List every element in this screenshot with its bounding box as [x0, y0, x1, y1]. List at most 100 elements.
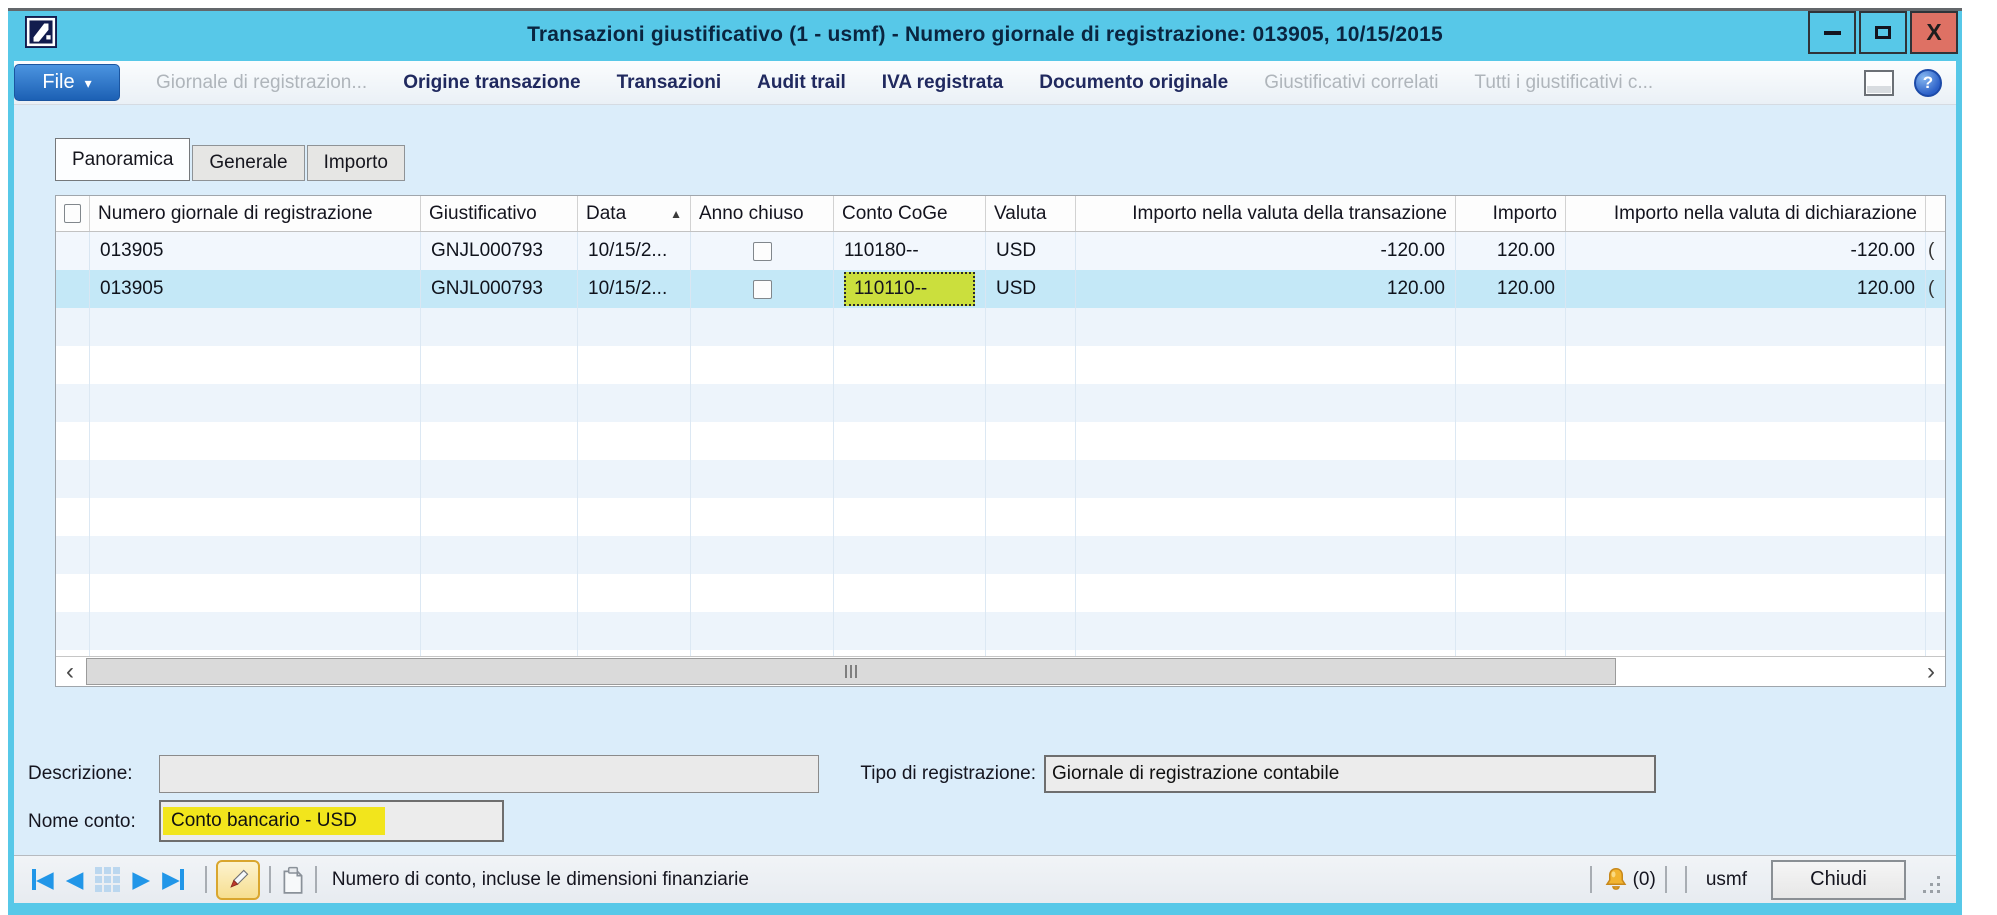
- horizontal-scrollbar: ‹ ›: [56, 656, 1945, 686]
- anno-chiuso-checkbox[interactable]: [753, 280, 772, 299]
- col-importo-dichiarazione[interactable]: Importo nella valuta di dichiarazione: [1566, 196, 1926, 231]
- cell-data[interactable]: 10/15/2...: [578, 232, 691, 270]
- cell-valuta[interactable]: USD: [986, 232, 1076, 270]
- cell-numero[interactable]: 013905: [90, 270, 421, 308]
- help-icon[interactable]: ?: [1914, 69, 1942, 97]
- form-content: Panoramica Generale Importo Numero giorn…: [14, 105, 1956, 858]
- notification-count: (0): [1633, 869, 1656, 891]
- table-row-selected[interactable]: 013905 GNJL000793 10/15/2... 110110-- US…: [56, 270, 1945, 308]
- app-icon: [25, 16, 57, 48]
- screen: Transazioni giustificativo (1 - usmf) - …: [0, 0, 1997, 915]
- next-record-button[interactable]: ▶: [132, 866, 150, 893]
- cell-importo-transazione[interactable]: -120.00: [1076, 232, 1456, 270]
- menu-item-giustificativi-correlati: Giustificativi correlati: [1264, 72, 1438, 94]
- statusbar-right: (0) usmf Chiudi: [1581, 858, 1942, 901]
- maximize-button[interactable]: [1859, 11, 1907, 54]
- col-importo-transazione[interactable]: Importo nella valuta della transazione: [1076, 196, 1456, 231]
- cell-importo-dichiarazione[interactable]: 120.00: [1566, 270, 1926, 308]
- menu-item-iva-registrata[interactable]: IVA registrata: [882, 72, 1003, 94]
- minimize-icon: [1824, 31, 1841, 35]
- menu-item-giornale-di-registrazione: Giornale di registrazion...: [156, 72, 367, 94]
- menu-item-documento-originale[interactable]: Documento originale: [1039, 72, 1228, 94]
- cell-conto-focused[interactable]: 110110--: [834, 270, 986, 308]
- menu-item-audit-trail[interactable]: Audit trail: [757, 72, 846, 94]
- scroll-right-icon[interactable]: ›: [1917, 657, 1945, 686]
- file-menu-button[interactable]: File ▾: [14, 64, 120, 101]
- select-all-cell: [56, 196, 90, 231]
- col-clipped: [1926, 196, 1945, 231]
- grid-header-row: Numero giornale di registrazione Giustif…: [56, 196, 1945, 232]
- last-record-icon: ▶: [162, 866, 180, 893]
- nome-conto-field[interactable]: Conto bancario - USD: [159, 800, 504, 842]
- chevron-down-icon: ▾: [85, 73, 92, 92]
- window-title: Transazioni giustificativo (1 - usmf) - …: [8, 23, 1962, 47]
- bell-icon: [1601, 865, 1631, 895]
- resize-grip[interactable]: [1920, 874, 1942, 901]
- focused-cell-highlight[interactable]: 110110--: [844, 272, 975, 306]
- col-importo[interactable]: Importo: [1456, 196, 1566, 231]
- scrollbar-track[interactable]: [84, 657, 1917, 686]
- anno-chiuso-checkbox[interactable]: [753, 242, 772, 261]
- statusbar-help-text: Numero di conto, incluse le dimensioni f…: [332, 869, 749, 891]
- cell-valuta[interactable]: USD: [986, 270, 1076, 308]
- cell-numero[interactable]: 013905: [90, 232, 421, 270]
- help-glyph: ?: [1923, 73, 1933, 93]
- col-anno-chiuso[interactable]: Anno chiuso: [691, 196, 834, 231]
- cell-giustificativo[interactable]: GNJL000793: [421, 232, 578, 270]
- records-grid-icon: [95, 867, 120, 892]
- yellow-highlight: Conto bancario - USD: [163, 807, 385, 835]
- close-icon: X: [1926, 19, 1941, 46]
- tab-importo[interactable]: Importo: [307, 145, 405, 181]
- tipo-registrazione-label: Tipo di registrazione:: [844, 763, 1036, 785]
- notifications-button[interactable]: (0): [1601, 865, 1656, 895]
- tab-strip: Panoramica Generale Importo: [55, 138, 407, 181]
- select-all-checkbox[interactable]: [64, 204, 81, 223]
- menu-item-transazioni[interactable]: Transazioni: [617, 72, 722, 94]
- col-conto-coge[interactable]: Conto CoGe: [834, 196, 986, 231]
- cell-importo[interactable]: 120.00: [1456, 232, 1566, 270]
- cell-importo-dichiarazione[interactable]: -120.00: [1566, 232, 1926, 270]
- window-controls: X: [1808, 11, 1958, 54]
- first-record-button[interactable]: ◀: [32, 866, 54, 893]
- cell-conto[interactable]: 110180--: [834, 232, 986, 270]
- chiudi-button[interactable]: Chiudi: [1771, 860, 1906, 900]
- statusbar: ◀ ◀ ▶ ▶ Numero di conto, incluse le dime…: [14, 855, 1956, 903]
- last-record-bar: [180, 869, 184, 890]
- cell-data[interactable]: 10/15/2...: [578, 270, 691, 308]
- action-menubar: File ▾ Giornale di registrazion... Origi…: [14, 61, 1956, 105]
- cell-anno-chiuso: [691, 232, 834, 270]
- close-button[interactable]: X: [1910, 11, 1958, 54]
- scrollbar-thumb[interactable]: [86, 658, 1616, 685]
- statusbar-separator: [315, 866, 317, 893]
- tab-panoramica[interactable]: Panoramica: [55, 138, 190, 181]
- cell-importo[interactable]: 120.00: [1456, 270, 1566, 308]
- company-id: usmf: [1706, 869, 1747, 891]
- col-giustificativo[interactable]: Giustificativo: [421, 196, 578, 231]
- table-row[interactable]: 013905 GNJL000793 10/15/2... 110180-- US…: [56, 232, 1945, 270]
- col-valuta[interactable]: Valuta: [986, 196, 1076, 231]
- previous-record-button[interactable]: ◀: [66, 866, 84, 893]
- file-menu-label: File: [42, 71, 74, 94]
- tab-generale[interactable]: Generale: [192, 145, 304, 181]
- edit-mode-button[interactable]: [216, 860, 260, 900]
- col-numero-giornale[interactable]: Numero giornale di registrazione: [90, 196, 421, 231]
- clipboard-icon[interactable]: [280, 866, 306, 894]
- statusbar-separator: [269, 866, 271, 893]
- statusbar-separator: [1685, 866, 1687, 893]
- scroll-left-icon[interactable]: ‹: [56, 657, 84, 686]
- cell-importo-transazione[interactable]: 120.00: [1076, 270, 1456, 308]
- grid-empty-area: [56, 308, 1945, 656]
- descrizione-label: Descrizione:: [28, 763, 133, 785]
- last-record-button[interactable]: ▶: [162, 866, 184, 893]
- col-data[interactable]: Data ▲: [578, 196, 691, 231]
- row-selector-cell[interactable]: [56, 270, 90, 308]
- row-selector-cell[interactable]: [56, 232, 90, 270]
- layout-panel-icon[interactable]: [1864, 70, 1894, 96]
- minimize-button[interactable]: [1808, 11, 1856, 54]
- nome-conto-label: Nome conto:: [28, 811, 136, 833]
- menu-item-origine-transazione[interactable]: Origine transazione: [403, 72, 580, 94]
- cell-giustificativo[interactable]: GNJL000793: [421, 270, 578, 308]
- menu-item-tutti-giustificativi: Tutti i giustificativi c...: [1474, 72, 1653, 94]
- tipo-registrazione-field[interactable]: Giornale di registrazione contabile: [1044, 755, 1656, 793]
- descrizione-input[interactable]: [159, 755, 819, 793]
